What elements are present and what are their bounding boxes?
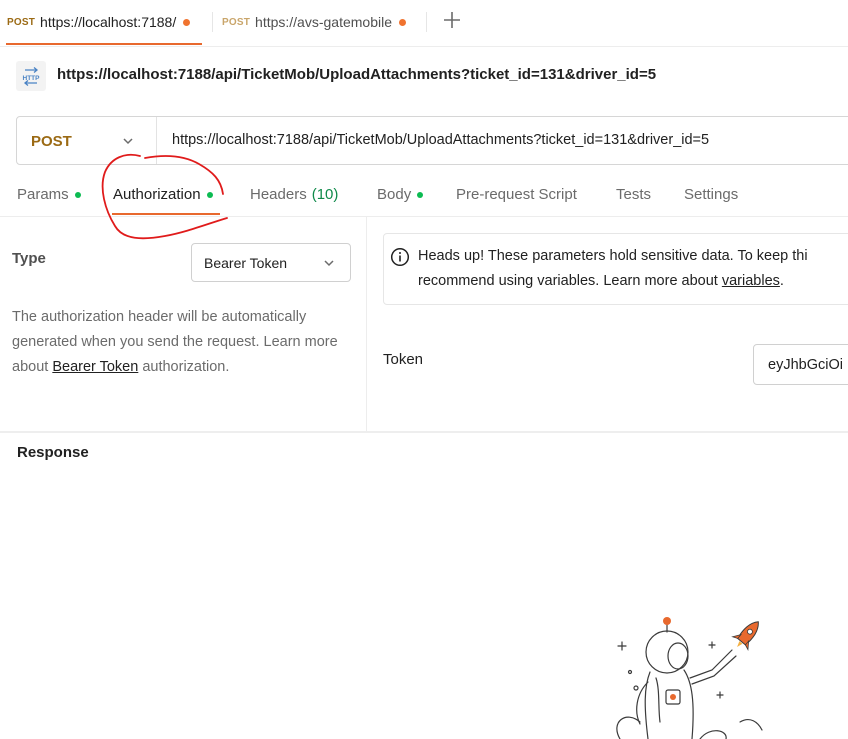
tab-body[interactable]: Body xyxy=(377,186,424,203)
panel-divider xyxy=(366,217,367,431)
url-input[interactable]: https://localhost:7188/api/TicketMob/Upl… xyxy=(172,132,709,148)
tab-settings[interactable]: Settings xyxy=(684,186,738,203)
svg-text:HTTP: HTTP xyxy=(23,75,41,82)
method-select[interactable]: POST xyxy=(17,117,157,164)
status-dot-icon xyxy=(206,191,213,198)
response-title: Response xyxy=(17,444,89,461)
active-request-tab-indicator xyxy=(112,213,220,215)
auth-type-select[interactable]: Bearer Token xyxy=(191,243,351,282)
tab-pre-request-script[interactable]: Pre-request Script xyxy=(456,186,577,203)
status-dot-icon xyxy=(74,191,81,198)
tab-label: Tests xyxy=(616,186,652,203)
headers-count: (10) xyxy=(311,186,339,203)
tab-divider xyxy=(212,12,213,32)
tab-label: Body xyxy=(377,186,412,203)
chevron-down-icon xyxy=(324,260,334,267)
tab-label: Authorization xyxy=(113,186,201,203)
request-tab-2[interactable]: POST https://avs-gatemobile xyxy=(222,0,420,44)
auth-description: The authorization header will be automat… xyxy=(12,305,352,380)
token-value: eyJhbGciOi xyxy=(768,357,843,373)
bearer-token-link[interactable]: Bearer Token xyxy=(52,359,138,375)
tab-url: https://localhost:7188/ xyxy=(40,14,177,30)
tab-label: Headers xyxy=(250,186,307,203)
response-divider[interactable] xyxy=(0,431,848,433)
auth-description-text: authorization. xyxy=(138,359,230,375)
active-tab-indicator xyxy=(6,43,202,45)
unsaved-dot-icon xyxy=(399,18,406,26)
token-label: Token xyxy=(383,351,424,368)
tab-method: POST xyxy=(222,16,251,28)
notice-punct: . xyxy=(779,273,784,289)
astronaut-rocket-illustration xyxy=(616,617,763,739)
status-dot-icon xyxy=(417,191,424,198)
tab-url: https://avs-gatemobile xyxy=(255,14,392,30)
auth-type-label: Type xyxy=(12,250,46,267)
method-value: POST xyxy=(31,133,72,150)
divider xyxy=(0,216,848,217)
tab-headers[interactable]: Headers (10) xyxy=(250,186,338,203)
tab-tests[interactable]: Tests xyxy=(616,186,651,203)
notice-line-2: recommend using variables. Learn more ab… xyxy=(418,273,722,289)
tab-divider xyxy=(426,12,427,32)
tab-params[interactable]: Params xyxy=(17,186,81,203)
plus-icon[interactable] xyxy=(440,8,464,32)
variables-link[interactable]: variables xyxy=(722,273,780,289)
unsaved-dot-icon xyxy=(183,18,191,26)
token-input[interactable]: eyJhbGciOi xyxy=(753,344,848,385)
notice-line-1: Heads up! These parameters hold sensitiv… xyxy=(418,248,808,264)
tab-label: Params xyxy=(17,186,69,203)
tab-bar: POST https://localhost:7188/ POST https:… xyxy=(0,0,848,47)
http-request-icon: HTTP xyxy=(16,61,46,91)
tab-authorization[interactable]: Authorization xyxy=(113,186,213,203)
notice-text: Heads up! These parameters hold sensitiv… xyxy=(418,244,848,294)
tab-method: POST xyxy=(7,16,36,28)
info-icon xyxy=(390,247,410,267)
tab-label: Pre-request Script xyxy=(456,186,577,203)
auth-type-value: Bearer Token xyxy=(204,255,288,271)
tab-label: Settings xyxy=(684,186,739,203)
url-bar: POST https://localhost:7188/api/TicketMo… xyxy=(16,116,848,165)
request-title[interactable]: https://localhost:7188/api/TicketMob/Upl… xyxy=(57,66,656,83)
chevron-down-icon xyxy=(123,138,133,145)
sensitive-data-notice: Heads up! These parameters hold sensitiv… xyxy=(383,233,848,305)
request-tab-1[interactable]: POST https://localhost:7188/ xyxy=(7,0,205,44)
